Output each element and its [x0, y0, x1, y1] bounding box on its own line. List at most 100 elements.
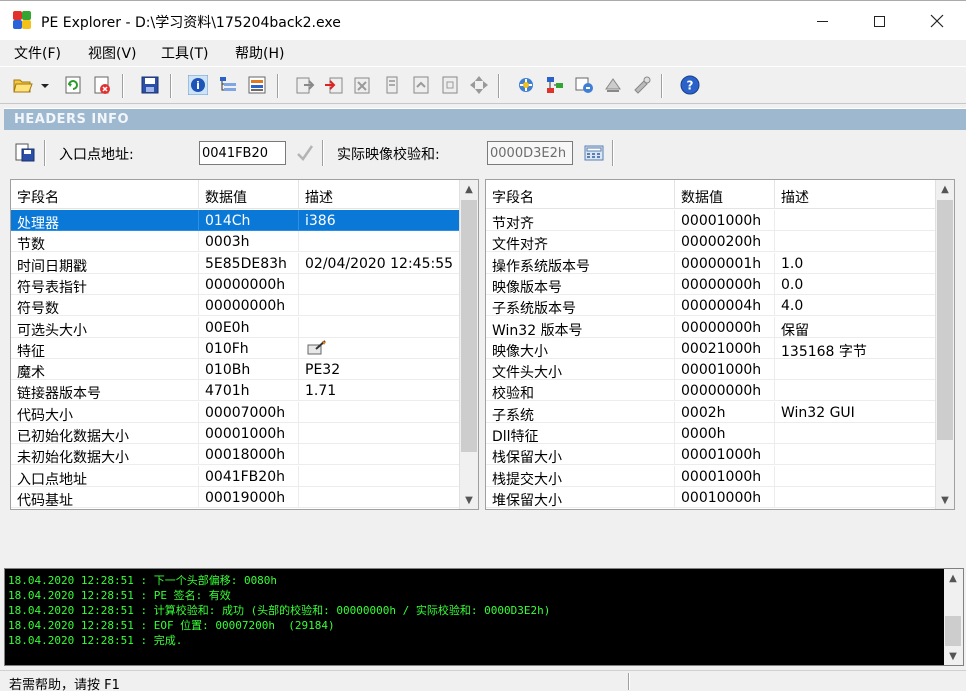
save-icon[interactable] [140, 75, 160, 95]
table-row[interactable]: 可选头大小 00E0h [11, 316, 460, 338]
resource-editor-icon[interactable] [574, 75, 594, 95]
table-row[interactable]: 栈提交大小 00001000h [486, 465, 936, 487]
table-row[interactable]: 链接器版本号 4701h 1.71 [11, 380, 460, 402]
cell-value: 00000200h [675, 231, 775, 253]
table-row[interactable]: 特征 010Fh [11, 337, 460, 359]
table-row[interactable]: 未初始化数据大小 00018000h [11, 444, 460, 466]
status-text: 若需帮助，请按 F1 [9, 678, 120, 691]
column-header-description[interactable]: 描述 [775, 180, 936, 209]
table-row[interactable]: Win32 版本号 00000000h 保留 [486, 316, 936, 338]
vertical-scrollbar[interactable]: ▲ ▼ [935, 180, 954, 509]
table-row[interactable]: 符号表指针 00000000h [11, 273, 460, 295]
scroll-thumb[interactable] [937, 200, 953, 440]
scroll-thumb[interactable] [945, 616, 961, 646]
cell-field: 未初始化数据大小 [11, 444, 199, 466]
data-directories-icon[interactable] [218, 75, 238, 95]
maximize-button[interactable] [850, 1, 908, 41]
table-row[interactable]: Dll特征 0000h [486, 423, 936, 444]
table-row[interactable]: 文件对齐 00000200h [486, 231, 936, 253]
log-output[interactable]: 18.04.2020 12:28:51 : 下一个头部偏移: 0080h 18.0… [4, 568, 964, 666]
column-header-value[interactable]: 数据值 [675, 180, 775, 209]
cell-field: 魔术 [11, 359, 199, 381]
table-row[interactable]: 入口点地址 0041FB20h [11, 465, 460, 487]
svg-text:?: ? [687, 79, 694, 93]
minimize-button[interactable] [793, 1, 851, 41]
table-row[interactable]: 已初始化数据大小 00001000h [11, 423, 460, 444]
table-row[interactable]: 操作系统版本号 00000001h 1.0 [486, 252, 936, 274]
log-scrollbar[interactable]: ▲ ▼ [944, 569, 963, 665]
table-row[interactable]: 堆保留大小 00010000h [486, 486, 936, 508]
unpack-icon[interactable] [603, 75, 623, 95]
svg-text:i: i [196, 79, 200, 92]
copy-icon[interactable] [440, 75, 460, 95]
calculator-icon[interactable] [584, 144, 604, 162]
checksum-input[interactable] [487, 141, 573, 165]
menu-help[interactable]: 帮助(H) [235, 43, 284, 63]
table-row[interactable]: 校验和 00000000h [486, 380, 936, 402]
vertical-scrollbar[interactable]: ▲ ▼ [459, 180, 478, 509]
entry-point-label: 入口点地址: [59, 147, 134, 163]
table-row[interactable]: 节数 0003h [11, 231, 460, 253]
cell-description [299, 273, 460, 295]
entry-point-input[interactable] [199, 141, 286, 165]
cell-value: 010Fh [199, 337, 299, 359]
column-header-field[interactable]: 字段名 [11, 180, 199, 209]
scroll-down-icon[interactable]: ▼ [936, 491, 954, 509]
table-row[interactable]: 代码基址 00019000h [11, 486, 460, 508]
table-row[interactable]: 文件头大小 00001000h [486, 359, 936, 381]
navigate-icon[interactable] [469, 75, 489, 95]
import-icon[interactable] [324, 75, 344, 95]
cell-value: 00001000h [199, 423, 299, 444]
dropdown-icon[interactable] [38, 75, 52, 95]
tools-icon[interactable] [632, 75, 652, 95]
table-row[interactable]: 节对齐 00001000h [486, 210, 936, 231]
disassembler-icon[interactable] [516, 75, 536, 95]
table-row[interactable]: 映像版本号 00000000h 0.0 [486, 273, 936, 295]
column-header-description[interactable]: 描述 [299, 180, 460, 209]
table-row[interactable]: 代码大小 00007000h [11, 401, 460, 423]
scroll-up-icon[interactable]: ▲ [936, 180, 954, 198]
status-separator [628, 673, 630, 690]
debug-icon[interactable] [382, 75, 402, 95]
resources-icon[interactable] [353, 75, 373, 95]
column-header-value[interactable]: 数据值 [199, 180, 299, 209]
cell-description [299, 295, 460, 317]
table-row[interactable]: 映像大小 00021000h 135168 字节 [486, 337, 936, 359]
save-headers-icon[interactable] [14, 142, 36, 164]
section-headers-icon[interactable] [247, 75, 267, 95]
checkmark-icon[interactable] [296, 144, 314, 162]
table-row[interactable]: 符号数 00000000h [11, 295, 460, 317]
table-row[interactable]: 处理器 014Ch i386 [11, 210, 460, 231]
table-row[interactable]: 魔术 010Bh PE32 [11, 359, 460, 381]
menu-tools[interactable]: 工具(T) [161, 43, 208, 63]
dependency-icon[interactable] [545, 75, 565, 95]
table-row[interactable]: 栈保留大小 00001000h [486, 444, 936, 466]
table-row[interactable]: 子系统版本号 00000004h 4.0 [486, 295, 936, 317]
scroll-up-icon[interactable]: ▲ [944, 569, 962, 587]
cell-field: 代码基址 [11, 486, 199, 508]
headers-info-icon[interactable]: i [188, 75, 208, 95]
menu-view[interactable]: 视图(V) [88, 43, 137, 63]
page-icon[interactable] [411, 75, 431, 95]
help-icon[interactable]: ? [680, 75, 700, 95]
scroll-thumb[interactable] [461, 200, 477, 452]
close-file-icon[interactable] [92, 75, 112, 95]
menu-file[interactable]: 文件(F) [14, 43, 61, 63]
open-icon[interactable] [13, 75, 33, 95]
scroll-down-icon[interactable]: ▼ [944, 647, 962, 665]
table-row[interactable]: 时间日期戳 5E85DE83h 02/04/2020 12:45:55 [11, 252, 460, 274]
cell-description: PE32 [299, 359, 460, 381]
refresh-icon[interactable] [63, 75, 83, 95]
cell-description: i386 [299, 210, 460, 231]
log-line: 18.04.2020 12:28:51 : PE 签名: 有效 [8, 589, 231, 602]
column-header-field[interactable]: 字段名 [486, 180, 675, 209]
cell-value: 00001000h [675, 210, 775, 231]
close-button[interactable] [908, 1, 966, 41]
characteristics-edit-icon[interactable] [307, 340, 327, 356]
scroll-up-icon[interactable]: ▲ [460, 180, 478, 198]
table-row[interactable]: 子系统 0002h Win32 GUI [486, 401, 936, 423]
cell-description [299, 444, 460, 466]
scroll-down-icon[interactable]: ▼ [460, 491, 478, 509]
cell-field: 特征 [11, 337, 199, 359]
export-icon[interactable] [295, 75, 315, 95]
